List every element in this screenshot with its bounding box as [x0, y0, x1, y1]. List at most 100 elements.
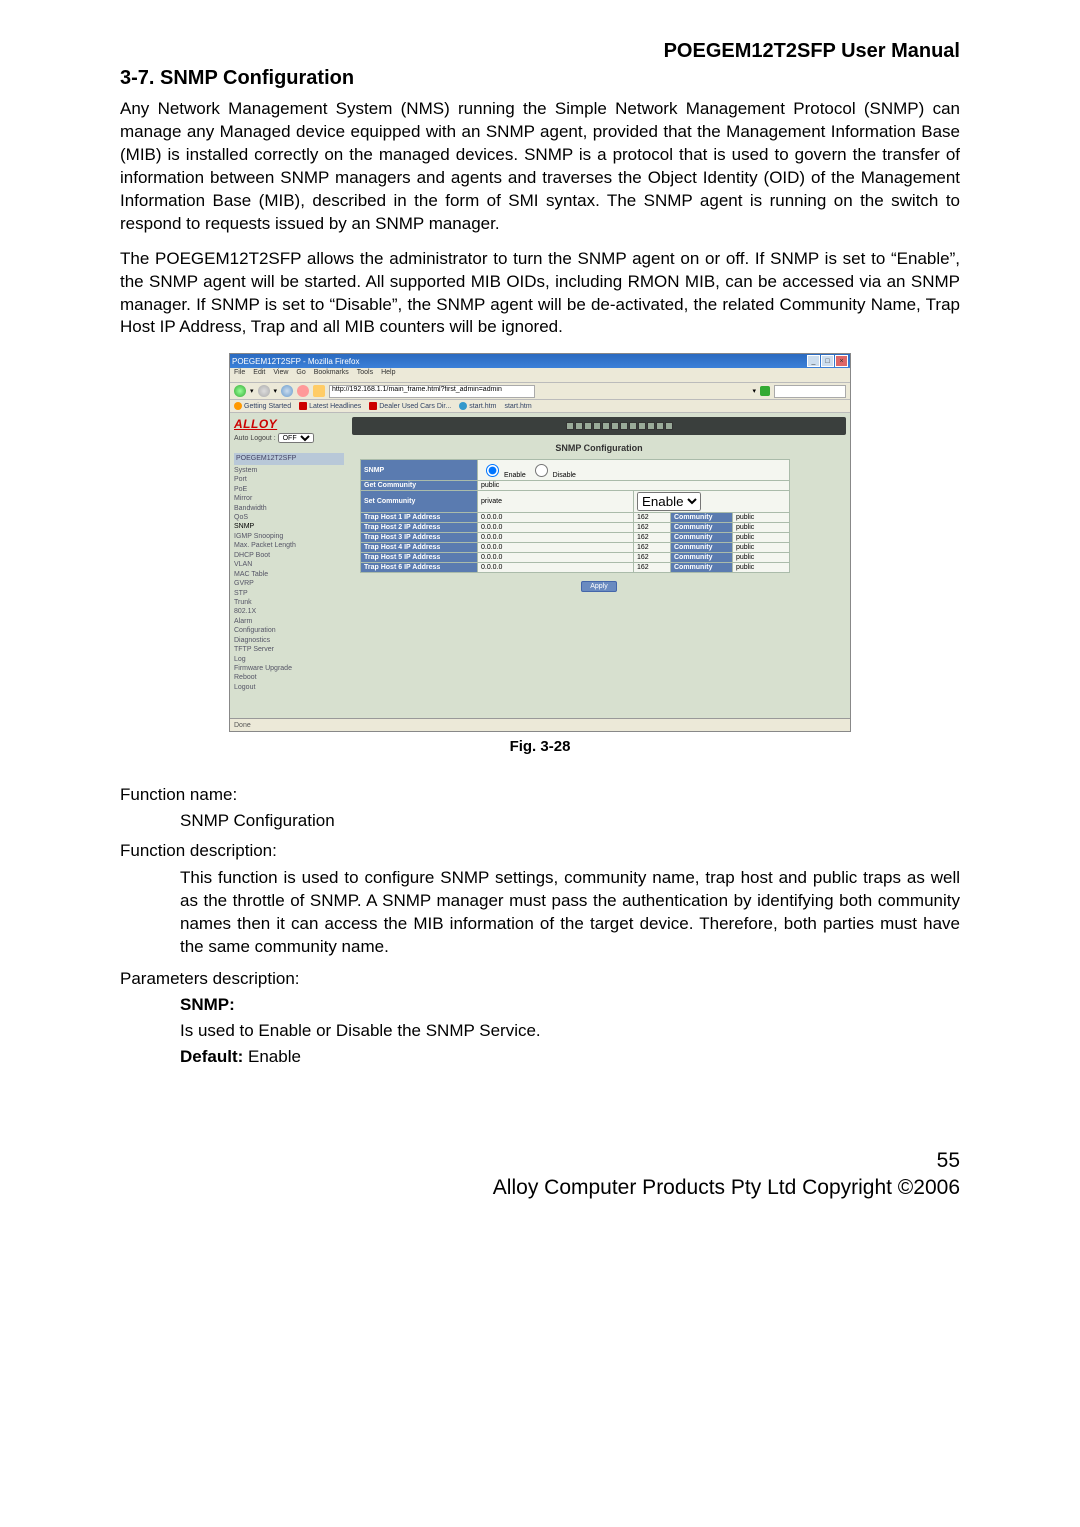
close-button[interactable]: × [835, 355, 848, 367]
trap-row-1: Trap Host 1 IP Address 0.0.0.0 162 Commu… [361, 513, 790, 523]
apply-button[interactable]: Apply [581, 581, 617, 592]
snmp-config-table: SNMP Enable Disable Get Community public… [360, 459, 790, 573]
main-content: SNMP Configuration SNMP Enable Disable G… [348, 413, 850, 718]
address-bar[interactable]: http://192.168.1.1/main_frame.html?first… [329, 385, 535, 398]
figure-3-28: POEGEM12T2SFP - Mozilla Firefox _ □ × Fi… [120, 353, 960, 732]
product-title: POEGEM12T2SFP User Manual [120, 40, 960, 63]
set-enable-select[interactable]: Enable [637, 492, 701, 511]
bookmark-start1[interactable]: start.htm [459, 402, 496, 410]
row-set-enable[interactable]: Enable [634, 491, 790, 513]
nav-config[interactable]: Configuration [234, 626, 344, 635]
trap1-comm[interactable]: public [733, 513, 790, 523]
search-box[interactable] [774, 385, 846, 398]
auto-logout: Auto Logout : OFF [234, 433, 344, 443]
nav-igmp[interactable]: IGMP Snooping [234, 532, 344, 541]
menu-view[interactable]: View [273, 369, 288, 381]
bookmarks-bar: Getting Started Latest Headlines Dealer … [230, 400, 850, 413]
trap1-label: Trap Host 1 IP Address [361, 513, 478, 523]
trap1-comm-label: Community [671, 513, 733, 523]
reload-icon[interactable] [281, 385, 293, 397]
trap1-port[interactable]: 162 [634, 513, 671, 523]
window-titlebar: POEGEM12T2SFP - Mozilla Firefox _ □ × [230, 354, 850, 368]
back-icon[interactable] [234, 385, 246, 397]
nav-log[interactable]: Log [234, 655, 344, 664]
snmp-disable-radio[interactable] [535, 464, 548, 477]
nav-port[interactable]: Port [234, 475, 344, 484]
nav-mirror[interactable]: Mirror [234, 494, 344, 503]
paragraph-2: The POEGEM12T2SFP allows the administrat… [120, 248, 960, 340]
nav-poe[interactable]: PoE [234, 485, 344, 494]
nav-bandwidth[interactable]: Bandwidth [234, 504, 344, 513]
row-get-value[interactable]: public [478, 481, 790, 491]
trap-row-3: Trap Host 3 IP Address 0.0.0.0 162 Commu… [361, 533, 790, 543]
nav-maxpkt[interactable]: Max. Packet Length [234, 541, 344, 550]
switch-image [352, 417, 846, 435]
row-set-label: Set Community [361, 491, 478, 513]
nav-system[interactable]: System [234, 466, 344, 475]
menu-help[interactable]: Help [381, 369, 395, 381]
home-icon[interactable] [313, 385, 325, 397]
nav-header: POEGEM12T2SFP [234, 453, 344, 464]
menu-edit[interactable]: Edit [253, 369, 265, 381]
page-footer: 55 Alloy Computer Products Pty Ltd Copyr… [120, 1147, 960, 1202]
nav-trunk[interactable]: Trunk [234, 598, 344, 607]
nav-8021x[interactable]: 802.1X [234, 607, 344, 616]
nav-vlan[interactable]: VLAN [234, 560, 344, 569]
nav-dhcp[interactable]: DHCP Boot [234, 551, 344, 560]
browser-window: POEGEM12T2SFP - Mozilla Firefox _ □ × Fi… [229, 353, 851, 732]
bookmark-start2[interactable]: start.htm [504, 403, 531, 410]
figure-caption: Fig. 3-28 [120, 738, 960, 755]
nav-alarm[interactable]: Alarm [234, 617, 344, 626]
auto-logout-select[interactable]: OFF [278, 433, 314, 443]
stop-icon[interactable] [297, 385, 309, 397]
nav-diag[interactable]: Diagnostics [234, 636, 344, 645]
brand-logo: ALLOY [234, 417, 344, 431]
nav-tftp[interactable]: TFTP Server [234, 645, 344, 654]
paragraph-1: Any Network Management System (NMS) runn… [120, 98, 960, 236]
bookmark-getting-started[interactable]: Getting Started [234, 402, 291, 410]
nav-fw[interactable]: Firmware Upgrade [234, 664, 344, 673]
menu-tools[interactable]: Tools [357, 369, 373, 381]
param-snmp-body: Is used to Enable or Disable the SNMP Se… [180, 1021, 960, 1041]
nav-gvrp[interactable]: GVRP [234, 579, 344, 588]
menu-bar: File Edit View Go Bookmarks Tools Help [230, 368, 850, 383]
section-title: 3-7. SNMP Configuration [120, 67, 960, 90]
menu-bookmarks[interactable]: Bookmarks [314, 369, 349, 381]
window-title: POEGEM12T2SFP - Mozilla Firefox [232, 357, 359, 366]
bookmark-dealer[interactable]: Dealer Used Cars Dir... [369, 402, 451, 410]
page-content: ALLOY Auto Logout : OFF POEGEM12T2SFP Sy… [230, 413, 850, 718]
nav-reboot[interactable]: Reboot [234, 673, 344, 682]
menu-go[interactable]: Go [296, 369, 305, 381]
snmp-enable-radio[interactable] [486, 464, 499, 477]
nav-mac[interactable]: MAC Table [234, 570, 344, 579]
nav-logout[interactable]: Logout [234, 683, 344, 692]
bookmark-headlines[interactable]: Latest Headlines [299, 402, 361, 410]
page-title: SNMP Configuration [352, 443, 846, 453]
minimize-button[interactable]: _ [807, 355, 820, 367]
nav-qos[interactable]: QoS [234, 513, 344, 522]
params-label: Parameters description: [120, 969, 960, 989]
trap-row-2: Trap Host 2 IP Address 0.0.0.0 162 Commu… [361, 523, 790, 533]
forward-icon[interactable] [258, 385, 270, 397]
nav-stp[interactable]: STP [234, 589, 344, 598]
nav-snmp[interactable]: SNMP [234, 522, 344, 531]
copyright: Alloy Computer Products Pty Ltd Copyrigh… [120, 1174, 960, 1201]
go-icon[interactable] [760, 386, 770, 396]
function-name-label: Function name: [120, 785, 960, 805]
menu-file[interactable]: File [234, 369, 245, 381]
nav-sidebar: ALLOY Auto Logout : OFF POEGEM12T2SFP Sy… [230, 413, 348, 718]
apply-row: Apply [352, 581, 846, 592]
nav-menu: POEGEM12T2SFP System Port PoE Mirror Ban… [234, 453, 344, 692]
maximize-button[interactable]: □ [821, 355, 834, 367]
status-bar: Done [230, 718, 850, 731]
row-snmp-value: Enable Disable [478, 460, 790, 481]
trap1-ip[interactable]: 0.0.0.0 [478, 513, 634, 523]
row-set-value[interactable]: private [478, 491, 634, 513]
param-snmp-head: SNMP: [180, 995, 960, 1015]
function-desc-label: Function description: [120, 841, 960, 861]
param-snmp-default: Default: Enable [180, 1047, 960, 1067]
row-snmp-label: SNMP [361, 460, 478, 481]
function-name-value: SNMP Configuration [180, 811, 960, 831]
trap-row-6: Trap Host 6 IP Address 0.0.0.0 162 Commu… [361, 563, 790, 573]
nav-toolbar: ▾ ▾ http://192.168.1.1/main_frame.html?f… [230, 383, 850, 400]
